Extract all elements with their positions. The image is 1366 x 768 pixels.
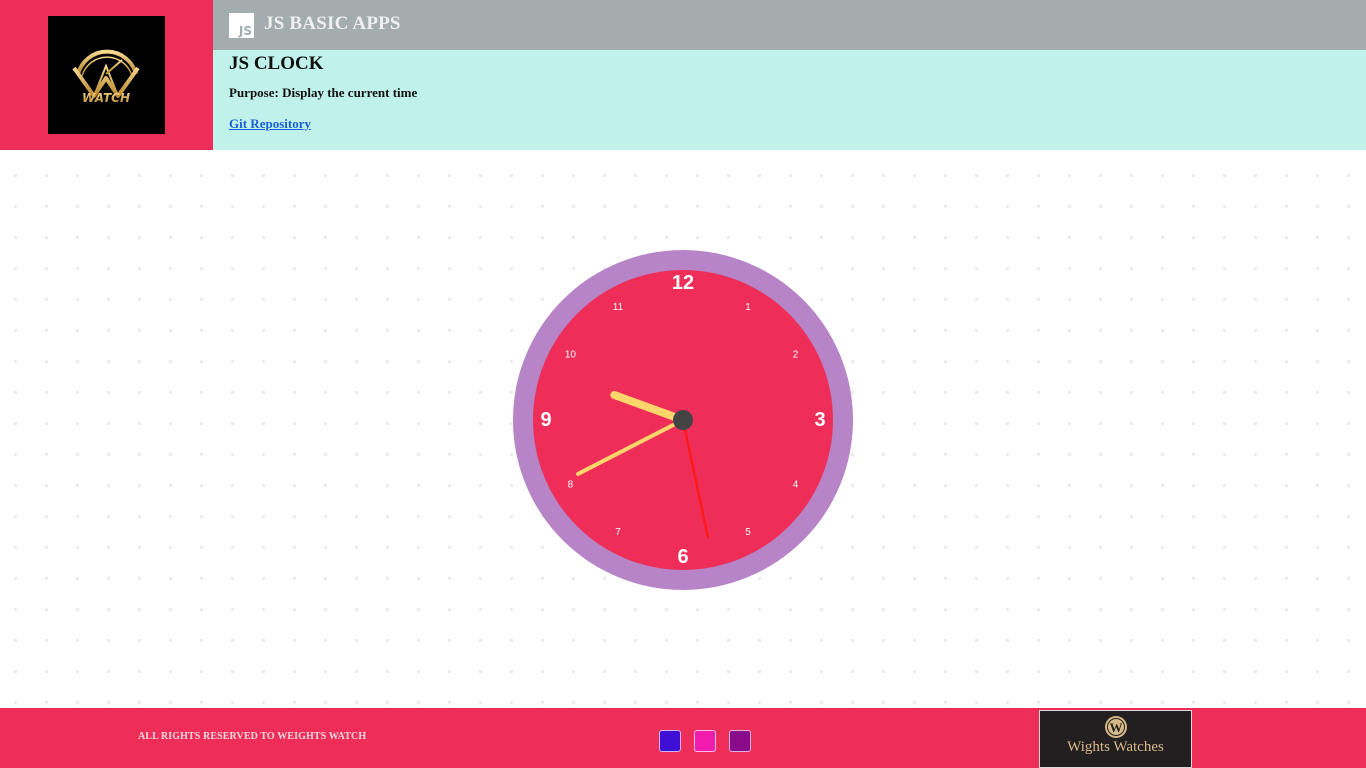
clock-number-5: 5 — [745, 527, 751, 538]
clock-number-3: 3 — [814, 409, 825, 431]
clock-number-1: 1 — [745, 302, 751, 313]
theme-swatch-pink[interactable] — [694, 730, 716, 752]
info-panel: JS CLOCK Purpose: Display the current ti… — [213, 50, 1366, 150]
clock-number-4: 4 — [793, 480, 799, 491]
top-bar: JS JS BASIC APPS — [213, 0, 1366, 50]
clock-number-8: 8 — [568, 480, 574, 491]
app-title[interactable]: JS BASIC APPS — [264, 13, 401, 35]
watch-logo[interactable]: WATCH — [48, 16, 165, 134]
analog-clock: 12 1 2 3 4 5 6 7 8 9 10 11 — [513, 250, 853, 590]
clock-number-10: 10 — [565, 350, 577, 361]
brand-name: Wights Watches — [1067, 739, 1164, 755]
footer: ALL RIGHTS RESERVED TO WEIGHTS WATCH W W… — [0, 708, 1366, 768]
theme-swatch-purple[interactable] — [729, 730, 751, 752]
js-icon: JS — [229, 13, 254, 38]
clock-number-7: 7 — [615, 527, 621, 538]
brand-logo[interactable]: W Wights Watches — [1039, 710, 1192, 768]
brand-initial: W — [1110, 720, 1123, 735]
purpose-text: Purpose: Display the current time — [229, 85, 418, 100]
clock-face: 121234567891011 — [513, 250, 853, 590]
clock-number-11: 11 — [613, 302, 624, 313]
clock-number-6: 6 — [677, 546, 688, 568]
git-repository-link[interactable]: Git Repository — [229, 116, 311, 132]
clock-number-9: 9 — [540, 409, 551, 431]
clock-center-pin — [673, 410, 693, 430]
theme-swatch-blue[interactable] — [659, 730, 681, 752]
js-icon-text: JS — [238, 24, 252, 38]
copyright-text: ALL RIGHTS RESERVED TO WEIGHTS WATCH — [138, 731, 367, 742]
watch-logo-icon: WATCH — [72, 49, 140, 105]
clock-number-12: 12 — [672, 272, 694, 294]
page-title: JS CLOCK — [229, 53, 324, 74]
logo-panel: WATCH — [0, 0, 213, 150]
logo-text: WATCH — [82, 91, 130, 105]
clock-number-2: 2 — [793, 350, 799, 361]
